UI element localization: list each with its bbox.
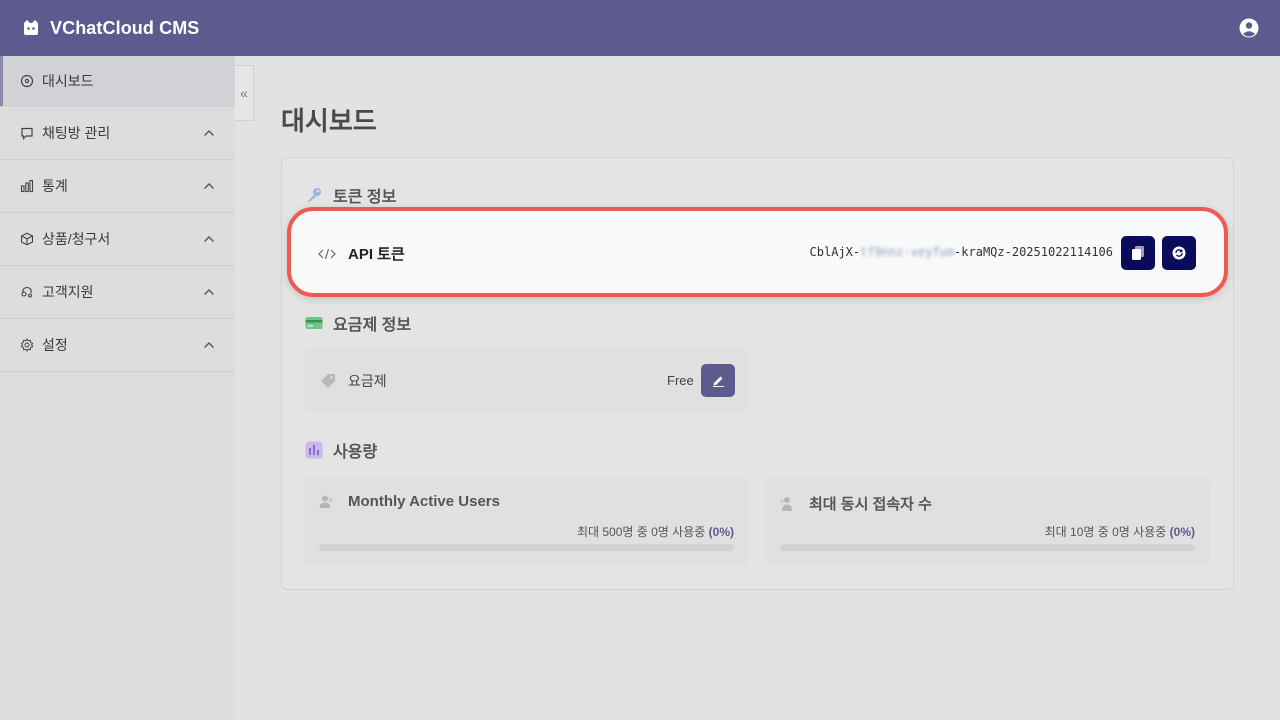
mau-caption: 최대 500명 중 0명 사용중 (0%): [319, 523, 734, 540]
plan-section-title: 요금제 정보: [305, 311, 411, 335]
sidebar-item-label: 채팅방 관리: [42, 125, 111, 141]
plan-label-text: 요금제: [348, 373, 387, 389]
chat-icon: [21, 127, 33, 140]
concurrent-caption: 최대 10명 중 0명 사용중 (0%): [780, 523, 1195, 540]
api-token-label: API 토큰: [318, 243, 405, 264]
regenerate-token-button[interactable]: [1162, 236, 1196, 270]
page-title: 대시보드: [281, 106, 377, 136]
mau-title: Monthly Active Users: [319, 493, 500, 510]
plan-value: Free: [667, 373, 694, 388]
top-bar: VChatCloud CMS: [0, 0, 1280, 56]
concurrent-title-text: 최대 동시 접속자 수: [809, 496, 932, 513]
concurrent-progress-bar: [780, 544, 1195, 551]
plan-label: 요금제: [320, 371, 387, 391]
chevron-up-icon[interactable]: [203, 288, 215, 296]
gear-icon: [20, 338, 34, 352]
section-title-text: 요금제 정보: [333, 317, 412, 334]
edit-plan-button[interactable]: [701, 364, 735, 397]
section-title-text: 사용량: [333, 444, 378, 461]
concurrent-caption-text: 최대 10명 중 0명 사용중: [1044, 525, 1167, 539]
mau-title-text: Monthly Active Users: [348, 493, 500, 510]
refresh-icon: [1172, 246, 1186, 260]
sidebar-item-statistics[interactable]: 통계: [0, 160, 235, 213]
chevron-up-icon[interactable]: [203, 129, 215, 137]
code-icon: [318, 248, 336, 259]
chevron-up-icon[interactable]: [203, 182, 215, 190]
logo-icon: [24, 20, 38, 35]
sidebar-item-chat-rooms[interactable]: 채팅방 관리: [0, 107, 235, 160]
mau-card: [304, 477, 749, 565]
api-token-value: CblAjX-tf9nnz-veyfum-kraMQz-202510221141…: [810, 245, 1113, 259]
box-icon: [20, 232, 34, 246]
mau-progress-bar: [319, 544, 734, 551]
support-icon: [21, 286, 33, 298]
pencil-icon: [712, 376, 724, 387]
account-icon[interactable]: [1239, 18, 1259, 38]
credit-card-icon: [305, 317, 323, 329]
sidebar-item-customer-support[interactable]: 고객지원: [0, 266, 235, 319]
sidebar-item-label: 상품/청구서: [42, 231, 111, 247]
chevron-up-icon[interactable]: [203, 341, 215, 349]
concurrent-title: 최대 동시 접속자 수: [780, 493, 932, 514]
sidebar-collapse-button[interactable]: «: [235, 65, 254, 121]
token-section-title: 토큰 정보: [305, 183, 396, 207]
sidebar-item-settings[interactable]: 설정: [0, 319, 235, 372]
copy-icon: [1132, 246, 1144, 260]
token-blurred: tf9nnz-veyfum: [860, 245, 955, 259]
api-token-label-text: API 토큰: [348, 246, 405, 263]
chevron-up-icon[interactable]: [203, 235, 215, 243]
logo[interactable]: VChatCloud CMS: [22, 18, 199, 39]
sidebar-item-label: 통계: [42, 178, 68, 194]
user-wave-icon: [780, 496, 792, 511]
sidebar-item-label: 고객지원: [42, 284, 94, 300]
key-icon: [307, 188, 321, 202]
bar-chart-icon: [20, 179, 34, 193]
sidebar-item-dashboard[interactable]: 대시보드: [0, 56, 235, 107]
concurrent-card: [765, 477, 1210, 565]
sidebar-item-products-invoices[interactable]: 상품/청구서: [0, 213, 235, 266]
usage-section-title: 사용량: [305, 438, 377, 462]
mau-percent: (0%): [708, 525, 734, 539]
concurrent-percent: (0%): [1169, 525, 1195, 539]
token-prefix: CblAjX-: [809, 245, 861, 259]
app-title: VChatCloud CMS: [50, 17, 200, 38]
sidebar-item-label: 설정: [42, 337, 68, 353]
active-indicator: [0, 56, 3, 106]
tag-icon: [321, 374, 335, 388]
sidebar-item-label: 대시보드: [42, 73, 94, 89]
dashboard-icon: [20, 74, 34, 88]
usage-chart-icon: [305, 441, 323, 459]
token-suffix: -kraMQz-20251022114106: [954, 245, 1113, 259]
users-icon: [319, 495, 333, 508]
mau-caption-text: 최대 500명 중 0명 사용중: [576, 525, 706, 539]
section-title-text: 토큰 정보: [333, 189, 397, 206]
sidebar: 대시보드 채팅방 관리 통계 상품/청구서 고객지원 설정: [0, 56, 235, 720]
copy-token-button[interactable]: [1121, 236, 1155, 270]
